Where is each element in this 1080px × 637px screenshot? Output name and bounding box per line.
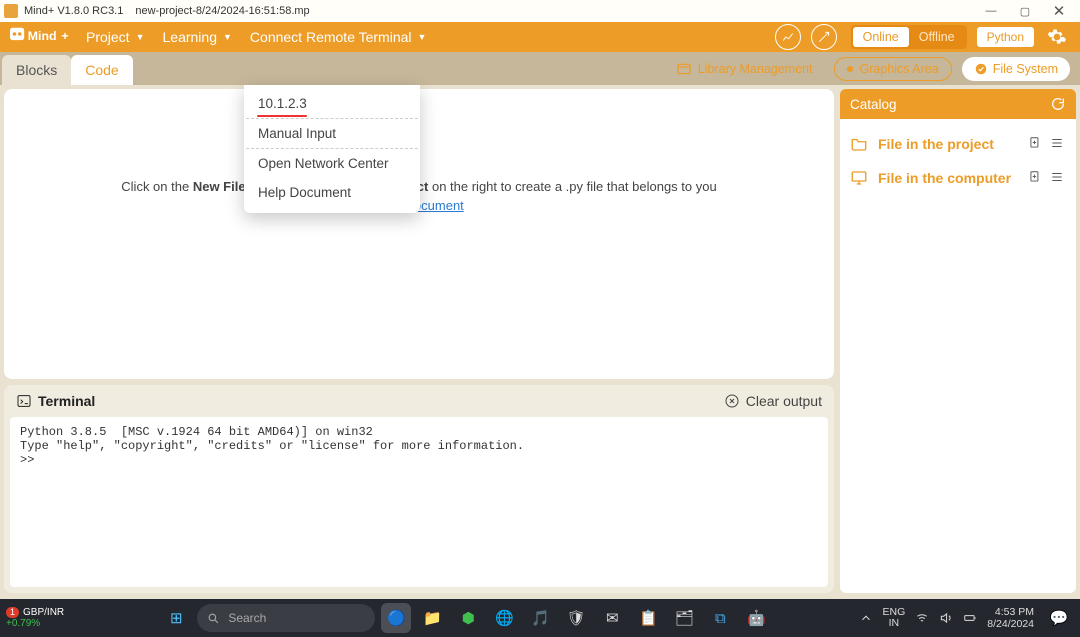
new-file-button[interactable]: [1028, 170, 1044, 186]
catalog-panel: Catalog File in the project File in the …: [838, 85, 1080, 599]
folder-icon: [850, 135, 868, 153]
toolbar: Blocks Code Library Management Graphics …: [0, 52, 1080, 85]
svg-text:Mind: Mind: [28, 30, 57, 44]
library-management-button[interactable]: Library Management: [664, 57, 825, 81]
lang-line1: ENG: [883, 607, 906, 618]
library-management-label: Library Management: [698, 62, 813, 76]
taskbar-app-icon[interactable]: 🔵: [381, 603, 411, 633]
minimize-button[interactable]: —: [974, 0, 1008, 22]
catalog-header: Catalog: [840, 89, 1076, 119]
taskbar-language[interactable]: ENG IN: [883, 607, 906, 629]
terminal-title-label: Terminal: [38, 393, 95, 409]
catalog-title: Catalog: [850, 97, 897, 112]
check-circle-icon: [974, 62, 988, 76]
tab-blocks[interactable]: Blocks: [2, 55, 71, 85]
clear-output-button[interactable]: Clear output: [724, 393, 822, 409]
file-system-label: File System: [993, 62, 1058, 76]
menu-project[interactable]: Project ▼: [86, 29, 145, 45]
os-titlebar: Mind+ V1.8.0 RC3.1 new-project-8/24/2024…: [0, 0, 1080, 22]
python-mode-pill[interactable]: Python: [977, 27, 1034, 47]
svg-text:+: +: [61, 30, 68, 44]
clear-icon: [724, 393, 740, 409]
clear-output-label: Clear output: [746, 393, 822, 409]
graphics-area-label: Graphics Area: [859, 62, 938, 76]
terminal-icon: [16, 393, 32, 409]
connect-remote-dropdown: 10.1.2.3 Manual Input Open Network Cente…: [244, 85, 420, 213]
online-offline-toggle[interactable]: Online Offline: [851, 25, 967, 49]
catalog-row-computer-files[interactable]: File in the computer: [846, 161, 1070, 195]
stats-button[interactable]: [775, 24, 801, 50]
ticker-pair: GBP/INR: [23, 607, 64, 618]
monitor-icon: [850, 169, 868, 187]
dot-icon: [847, 66, 853, 72]
taskbar-app-icon[interactable]: 📋: [633, 603, 663, 633]
offline-option[interactable]: Offline: [909, 30, 965, 44]
app-version: Mind+ V1.8.0 RC3.1: [24, 5, 123, 17]
search-icon: [207, 612, 220, 625]
menu-learning-label: Learning: [163, 29, 218, 45]
chevron-down-icon: ▼: [223, 32, 232, 42]
file-system-button[interactable]: File System: [962, 57, 1070, 81]
terminal-title: Terminal: [16, 393, 95, 409]
chevron-down-icon: ▼: [418, 32, 427, 42]
app-icon: [4, 4, 18, 18]
mindplus-logo: Mind +: [10, 25, 72, 49]
clock-time: 4:53 PM: [987, 606, 1034, 618]
taskbar-app-icon[interactable]: ✉: [597, 603, 627, 633]
taskbar-search-placeholder: Search: [228, 611, 266, 625]
taskbar-app-icon[interactable]: 🌐: [489, 603, 519, 633]
graphics-area-button[interactable]: Graphics Area: [834, 57, 951, 81]
msg-pre: Click on the: [121, 179, 193, 194]
menu-connect-label: Connect Remote Terminal: [250, 29, 412, 45]
main-area: 10.1.2.3 Manual Input Open Network Cente…: [0, 85, 1080, 599]
maximize-button[interactable]: ▢: [1008, 0, 1042, 22]
taskbar-app-icon[interactable]: 📁: [417, 603, 447, 633]
menu-connect-remote[interactable]: Connect Remote Terminal ▼: [250, 29, 427, 45]
catalog-row-project-label: File in the project: [878, 136, 1022, 152]
battery-icon[interactable]: [963, 611, 977, 625]
chevron-down-icon: ▼: [136, 32, 145, 42]
taskbar-clock[interactable]: 4:53 PM 8/24/2024: [987, 606, 1034, 630]
terminal-panel: Terminal Clear output Python 3.8.5 [MSC …: [4, 385, 834, 593]
list-toggle-button[interactable]: [1050, 136, 1066, 152]
ticker-change: +0.79%: [6, 618, 64, 629]
online-option[interactable]: Online: [853, 27, 909, 47]
project-filename: new-project-8/24/2024-16:51:58.mp: [135, 5, 309, 17]
start-button[interactable]: ⊞: [161, 603, 191, 633]
ticker-badge: 1: [6, 607, 19, 618]
taskbar-ticker[interactable]: 1 GBP/INR +0.79%: [6, 607, 64, 629]
dropdown-item-help-document[interactable]: Help Document: [246, 178, 418, 207]
taskbar-vscode-icon[interactable]: ⧉: [705, 603, 735, 633]
windows-taskbar: 1 GBP/INR +0.79% ⊞ Search 🔵 📁 ⬢ 🌐 🎵 🛡 ✉ 📋…: [0, 599, 1080, 637]
notifications-icon[interactable]: 💬: [1044, 603, 1074, 633]
refresh-icon[interactable]: [1050, 96, 1066, 112]
msg-post: on the right to create a .py file that b…: [428, 179, 716, 194]
dropdown-item-ip[interactable]: 10.1.2.3: [246, 89, 418, 119]
settings-button[interactable]: [1044, 24, 1070, 50]
lang-line2: IN: [883, 618, 906, 629]
new-file-button[interactable]: [1028, 136, 1044, 152]
terminal-output[interactable]: Python 3.8.5 [MSC v.1924 64 bit AMD64)] …: [10, 417, 828, 587]
dropdown-item-network-center[interactable]: Open Network Center: [246, 149, 418, 178]
wifi-icon[interactable]: [915, 611, 929, 625]
tab-code[interactable]: Code: [71, 55, 132, 85]
taskbar-app-icon[interactable]: 🗂: [669, 603, 699, 633]
dropdown-item-manual-input[interactable]: Manual Input: [246, 119, 418, 149]
taskbar-app-icon[interactable]: ⬢: [453, 603, 483, 633]
taskbar-app-icon[interactable]: 🎵: [525, 603, 555, 633]
menubar: Mind + Project ▼ Learning ▼ Connect Remote …: [0, 22, 1080, 52]
close-button[interactable]: ✕: [1042, 0, 1076, 22]
list-toggle-button[interactable]: [1050, 170, 1066, 186]
menu-project-label: Project: [86, 29, 130, 45]
menu-learning[interactable]: Learning ▼: [163, 29, 232, 45]
taskbar-search[interactable]: Search: [197, 604, 375, 632]
edit-button[interactable]: [811, 24, 837, 50]
catalog-row-project-files[interactable]: File in the project: [846, 127, 1070, 161]
volume-icon[interactable]: [939, 611, 953, 625]
clock-date: 8/24/2024: [987, 618, 1034, 630]
catalog-row-computer-label: File in the computer: [878, 170, 1022, 186]
taskbar-app-icon[interactable]: 🛡: [561, 603, 591, 633]
taskbar-app-icon[interactable]: 🤖: [741, 603, 771, 633]
chevron-up-icon[interactable]: [859, 611, 873, 625]
